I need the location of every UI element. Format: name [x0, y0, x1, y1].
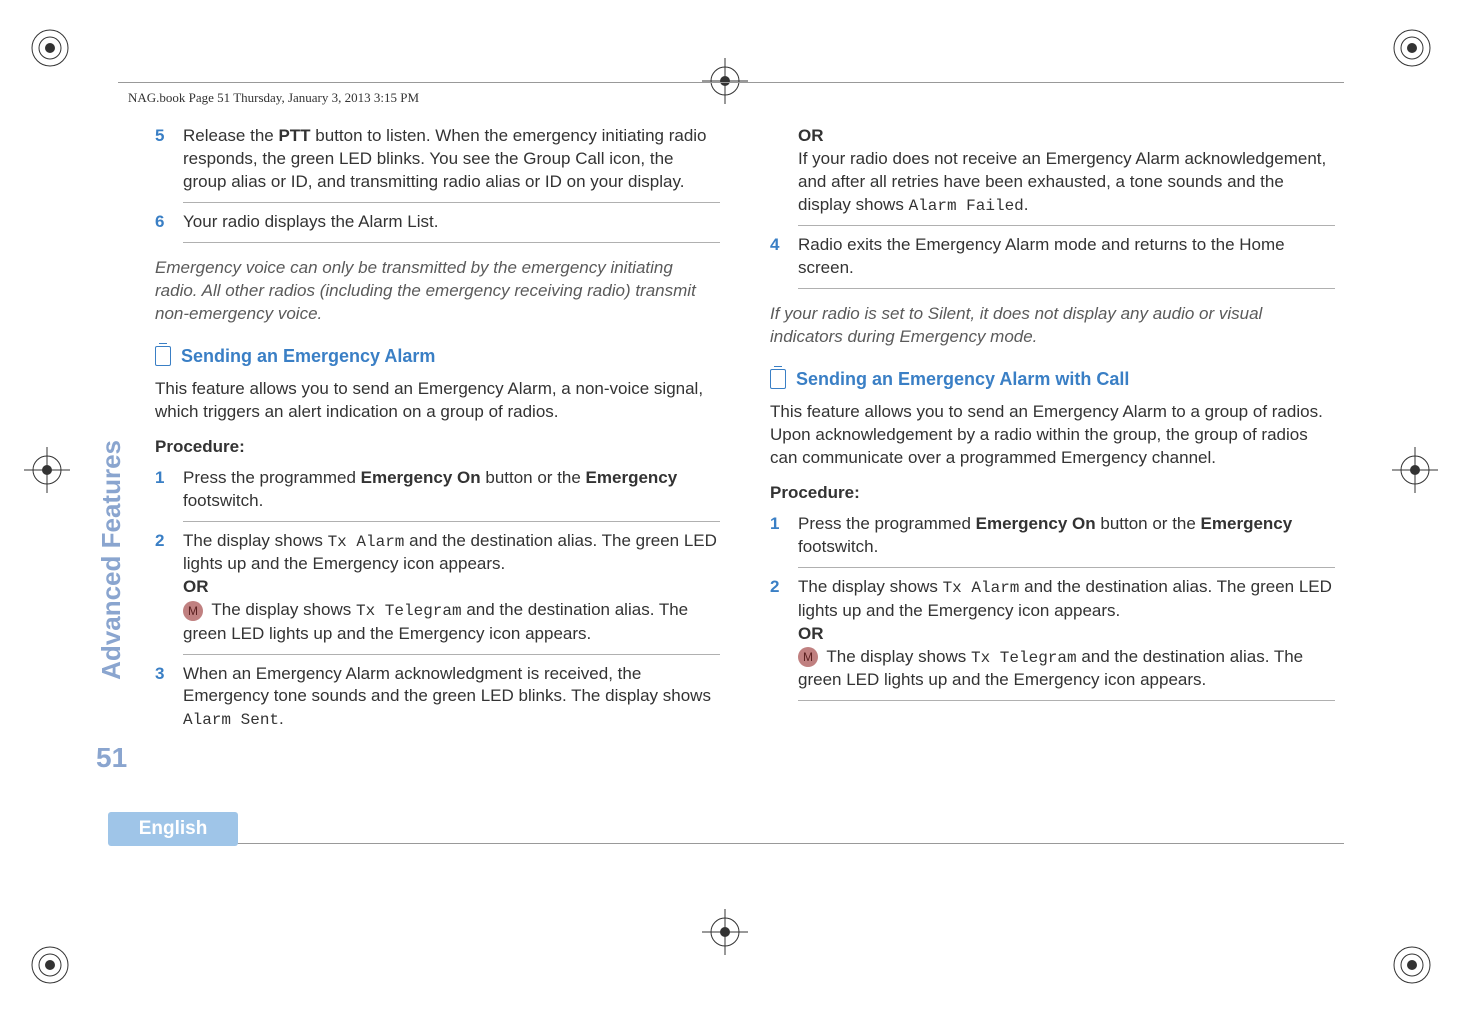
- reg-mark-icon: [30, 945, 70, 985]
- or-label: OR: [183, 577, 209, 596]
- code-text: Tx Telegram: [356, 602, 462, 620]
- step-body: Press the programmed Emergency On button…: [798, 513, 1335, 559]
- section-heading-b: Sending an Emergency Alarm with Call: [770, 367, 1335, 391]
- proc-step-2: 2 The display shows Tx Alarm and the des…: [155, 530, 720, 646]
- document-icon: [155, 346, 171, 366]
- step-number: 1: [770, 513, 784, 559]
- step-number: 2: [770, 576, 784, 692]
- proc-step-2: 2 The display shows Tx Alarm and the des…: [770, 576, 1335, 692]
- step-body: The display shows Tx Alarm and the desti…: [183, 530, 720, 646]
- divider: [798, 700, 1335, 701]
- step-5: 5 Release the PTT button to listen. When…: [155, 125, 720, 194]
- divider: [798, 567, 1335, 568]
- step-body: When an Emergency Alarm acknowledgment i…: [183, 663, 720, 732]
- step-number: 3: [155, 663, 169, 732]
- step-body: Your radio displays the Alarm List.: [183, 211, 720, 234]
- code-text: Tx Telegram: [971, 649, 1077, 667]
- step-number: 6: [155, 211, 169, 234]
- crosshair-icon: [22, 445, 72, 495]
- page-header-text: NAG.book Page 51 Thursday, January 3, 20…: [128, 90, 419, 106]
- step-6: 6 Your radio displays the Alarm List.: [155, 211, 720, 234]
- divider: [798, 225, 1335, 226]
- step-body: Release the PTT button to listen. When t…: [183, 125, 720, 194]
- reg-mark-icon: [30, 28, 70, 68]
- note-text: Emergency voice can only be transmitted …: [155, 257, 720, 326]
- step-body: The display shows Tx Alarm and the desti…: [798, 576, 1335, 692]
- code-text: Alarm Sent: [183, 711, 279, 729]
- content-area: 5 Release the PTT button to listen. When…: [155, 125, 1335, 738]
- m-badge-icon: M: [183, 601, 203, 621]
- proc-step-3: 3 When an Emergency Alarm acknowledgment…: [155, 663, 720, 732]
- page-number: 51: [96, 742, 127, 774]
- reg-mark-icon: [1392, 945, 1432, 985]
- step-number: 5: [155, 125, 169, 194]
- section-heading-a: Sending an Emergency Alarm: [155, 344, 720, 368]
- code-text: Tx Alarm: [328, 533, 405, 551]
- section-title: Sending an Emergency Alarm: [181, 344, 435, 368]
- or-label: OR: [798, 126, 824, 145]
- code-text: Alarm Failed: [909, 197, 1024, 215]
- crosshair-icon: [1390, 445, 1440, 495]
- crosshair-icon: [700, 56, 750, 106]
- m-badge-icon: M: [798, 647, 818, 667]
- crosshair-icon: [700, 907, 750, 957]
- left-column: 5 Release the PTT button to listen. When…: [155, 125, 720, 738]
- section-title: Sending an Emergency Alarm with Call: [796, 367, 1129, 391]
- divider: [183, 202, 720, 203]
- divider: [798, 288, 1335, 289]
- procedure-label: Procedure:: [155, 436, 720, 459]
- step-body: Press the programmed Emergency On button…: [183, 467, 720, 513]
- step-number: 2: [155, 530, 169, 646]
- language-tab: English: [108, 812, 238, 846]
- proc-step-1: 1 Press the programmed Emergency On butt…: [770, 513, 1335, 559]
- continuation-block: OR If your radio does not receive an Eme…: [770, 125, 1335, 217]
- section-intro: This feature allows you to send an Emerg…: [770, 401, 1335, 470]
- divider: [183, 521, 720, 522]
- step-body: Radio exits the Emergency Alarm mode and…: [798, 234, 1335, 280]
- step-number: 4: [770, 234, 784, 280]
- proc-step-1: 1 Press the programmed Emergency On butt…: [155, 467, 720, 513]
- section-intro: This feature allows you to send an Emerg…: [155, 378, 720, 424]
- note-text: If your radio is set to Silent, it does …: [770, 303, 1335, 349]
- reg-mark-icon: [1392, 28, 1432, 68]
- or-label: OR: [798, 624, 824, 643]
- divider: [183, 242, 720, 243]
- section-tab: Advanced Features: [96, 440, 127, 680]
- step-number: 1: [155, 467, 169, 513]
- right-column: OR If your radio does not receive an Eme…: [770, 125, 1335, 738]
- step-4: 4 Radio exits the Emergency Alarm mode a…: [770, 234, 1335, 280]
- code-text: Tx Alarm: [943, 579, 1020, 597]
- procedure-label: Procedure:: [770, 482, 1335, 505]
- document-icon: [770, 369, 786, 389]
- divider: [183, 654, 720, 655]
